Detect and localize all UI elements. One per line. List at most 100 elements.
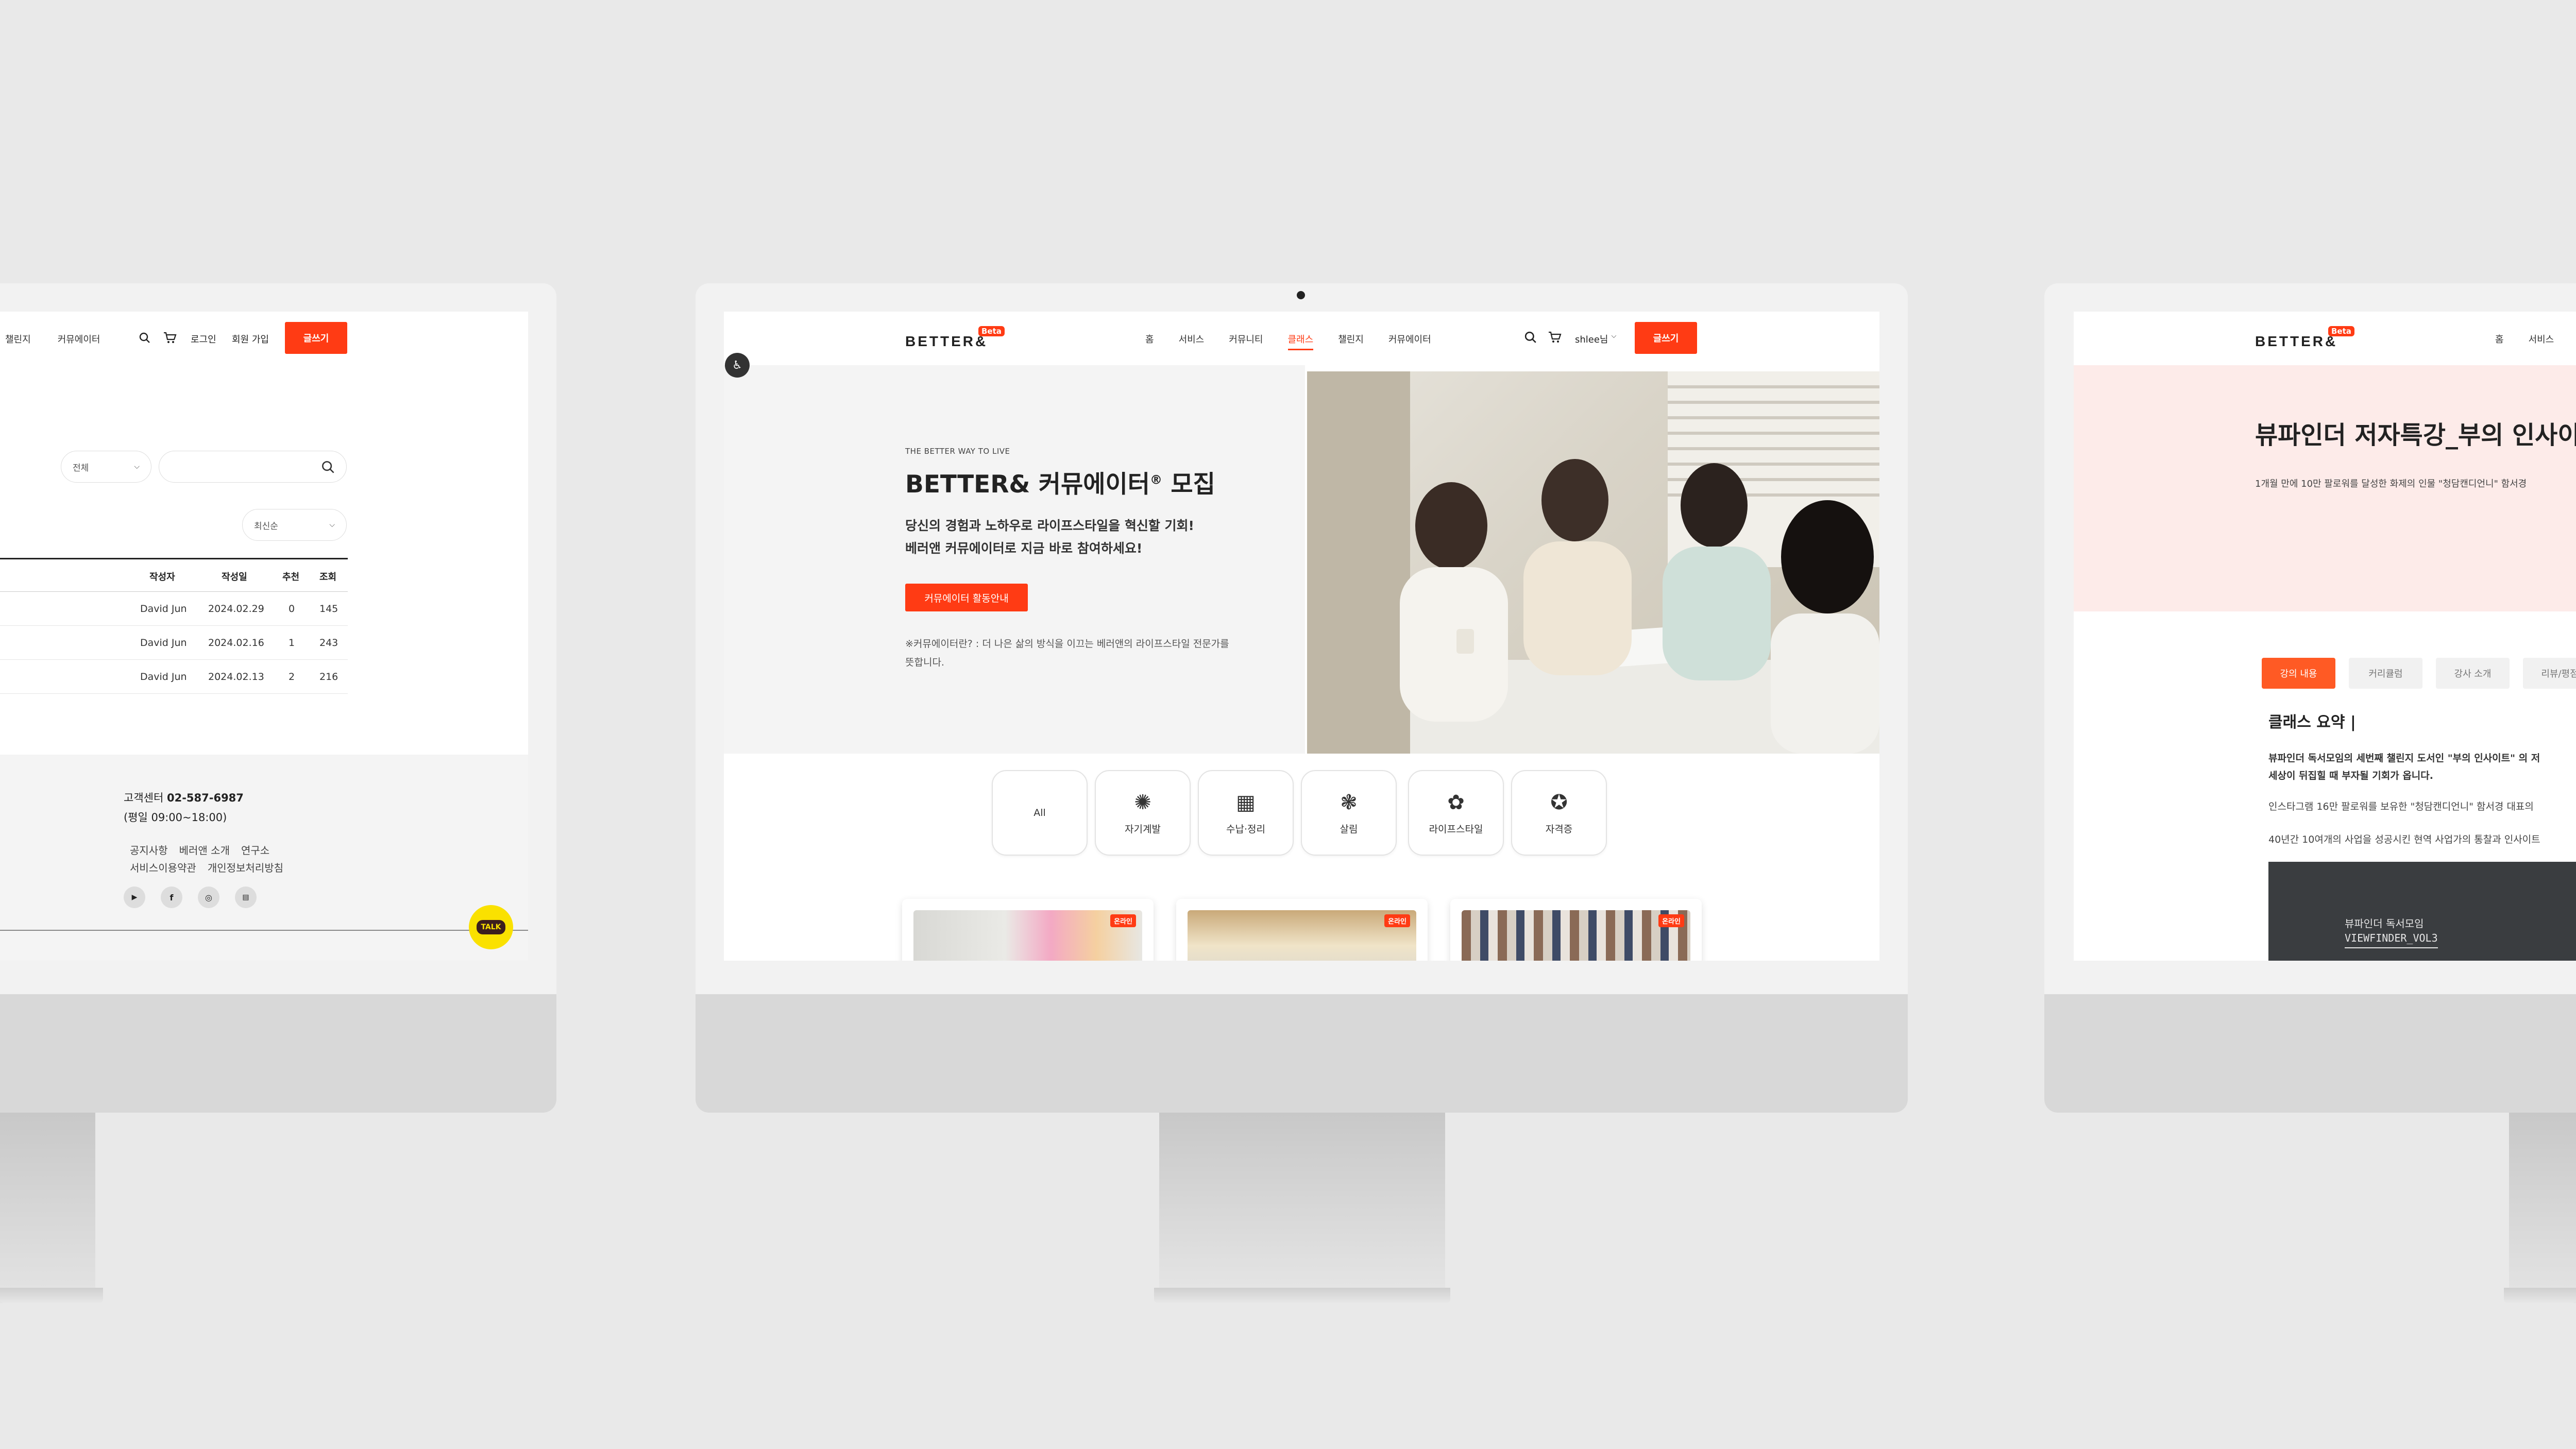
social-links: ▶ f ◎ ▤ <box>124 887 257 908</box>
kakao-talk-button[interactable]: TALK <box>469 905 513 949</box>
registered-mark: ® <box>1149 472 1162 487</box>
filter-select-value: 전체 <box>73 463 89 473</box>
talk-label: TALK <box>477 920 505 934</box>
lifestyle-icon: ✿ <box>1447 790 1465 814</box>
self-development-icon: ✺ <box>1134 790 1151 814</box>
header-author: 작성자 <box>149 572 175 583</box>
footer-link[interactable]: 베러앤 소개 <box>179 842 230 857</box>
table-row[interactable]: David Jun 2024.02.29 0 145 <box>0 592 348 626</box>
online-badge: 온라인 <box>1384 914 1410 927</box>
search-icon[interactable] <box>1523 330 1538 345</box>
category-all[interactable]: All <box>992 770 1088 856</box>
row-likes: 2 <box>289 671 295 683</box>
logo[interactable]: BETTER& <box>905 333 988 350</box>
facebook-icon[interactable]: f <box>161 887 182 908</box>
nav-item[interactable]: 챌린지 <box>5 332 31 346</box>
category-label: All <box>1033 807 1046 819</box>
signup-link[interactable]: 회원 가입 <box>232 332 269 346</box>
footer-link[interactable]: 서비스이용약관 <box>130 860 196 875</box>
class-title: 뷰파인더 저자특강_부의 인사이 <box>2255 421 2576 450</box>
left-screen: 챌린지 커뮤에이터 로그인 회원 가입 글쓰기 전체 ⌵ 최신순 ⌵ 작성자 작… <box>0 312 528 961</box>
curator-guide-button[interactable]: 커뮤에이터 활동안내 <box>905 584 1028 611</box>
cart-icon[interactable] <box>1547 330 1563 345</box>
nav-item-curator[interactable]: 커뮤에이터 <box>1388 332 1431 350</box>
left-nav: 챌린지 커뮤에이터 <box>5 332 100 346</box>
cs-hours: (평일 09:00~18:00) <box>124 811 227 824</box>
hero-note: ※커뮤에이터란? : 더 나은 삶의 방식을 이끄는 베러앤의 라이프스타일 전… <box>905 638 1229 650</box>
footer-links-row2: 서비스이용약관 개인정보처리방침 <box>130 860 283 875</box>
footer-link[interactable]: 연구소 <box>241 842 269 857</box>
blog-icon[interactable]: ▤ <box>235 887 257 908</box>
online-badge: 온라인 <box>1110 914 1136 927</box>
class-thumbnail <box>1188 910 1416 961</box>
row-date: 2024.02.13 <box>208 671 264 683</box>
hero-title-suffix: 모집 <box>1171 470 1215 499</box>
nav-item-home[interactable]: 홈 <box>2495 332 2504 346</box>
logo[interactable]: BETTER& <box>2255 333 2337 350</box>
footer-link[interactable]: 공지사항 <box>130 842 168 857</box>
youtube-icon[interactable]: ▶ <box>124 887 145 908</box>
search-icon[interactable] <box>138 331 151 345</box>
login-link[interactable]: 로그인 <box>191 332 216 346</box>
class-card[interactable]: 온라인 <box>1176 899 1428 961</box>
sort-select[interactable]: 최신순 ⌵ <box>242 509 347 541</box>
hero-eyebrow: THE BETTER WAY TO LIVE <box>905 447 1010 456</box>
category-label: 라이프스타일 <box>1429 823 1483 835</box>
category-self-development[interactable]: ✺ 자기계발 <box>1095 770 1191 856</box>
hero-note: 뜻합니다. <box>905 657 944 668</box>
nav-item-home[interactable]: 홈 <box>1145 332 1154 350</box>
cs-label: 고객센터 <box>124 792 164 804</box>
row-author: David Jun <box>140 603 187 615</box>
nav-item-community[interactable]: 커뮤니티 <box>1229 332 1263 350</box>
chevron-down-icon: ⌵ <box>329 521 335 529</box>
table-row[interactable]: David Jun 2024.02.13 2 216 <box>0 660 348 694</box>
accessibility-icon[interactable]: ♿ <box>725 353 750 378</box>
class-subtitle: 1개월 만에 10만 팔로워를 달성한 화제의 인물 "청담캔디언니" 함서경 <box>2255 479 2527 489</box>
category-label: 살림 <box>1340 823 1358 835</box>
tab-instructor[interactable]: 강사 소개 <box>2436 658 2510 689</box>
category-lifestyle[interactable]: ✿ 라이프스타일 <box>1408 770 1504 856</box>
category-certificate[interactable]: ✪ 자격증 <box>1511 770 1607 856</box>
hero-subtitle: 당신의 경험과 노하우로 라이프스타일을 혁신할 기회! <box>905 518 1194 533</box>
tab-curriculum[interactable]: 커리큘럼 <box>2349 658 2422 689</box>
class-card[interactable]: 온라인 <box>1450 899 1702 961</box>
cart-icon[interactable] <box>163 331 177 345</box>
chevron-down-icon: ⌵ <box>134 463 140 471</box>
camera-icon <box>1297 291 1305 299</box>
write-button[interactable]: 글쓰기 <box>1635 322 1697 354</box>
banner-text: VIEWFINDER_VOL3 <box>2345 932 2438 948</box>
footer-link[interactable]: 개인정보처리방침 <box>208 860 283 875</box>
category-storage[interactable]: ▦ 수납·정리 <box>1198 770 1294 856</box>
row-views: 243 <box>319 637 338 649</box>
search-input[interactable] <box>159 451 347 483</box>
search-icon[interactable] <box>321 461 335 474</box>
row-author: David Jun <box>140 671 187 683</box>
class-card[interactable]: 온라인 <box>902 899 1154 961</box>
main-nav: 홈 서비스 <box>2495 332 2554 346</box>
nav-item-service[interactable]: 서비스 <box>1179 332 1205 350</box>
instagram-icon[interactable]: ◎ <box>198 887 219 908</box>
tab-content[interactable]: 강의 내용 <box>2262 658 2335 689</box>
nav-item-challenge[interactable]: 챌린지 <box>1338 332 1364 350</box>
beta-badge: Beta <box>978 326 1005 336</box>
chevron-down-icon: ⌵ <box>1611 332 1617 340</box>
cs-phone: 02-587-6987 <box>166 792 244 804</box>
hero-photo <box>1307 371 1879 754</box>
hero-title: BETTER& 커뮤에이터® 모집 <box>905 464 1215 500</box>
write-button[interactable]: 글쓰기 <box>285 322 347 354</box>
row-likes: 1 <box>289 637 295 649</box>
category-housekeeping[interactable]: ❃ 살림 <box>1301 770 1397 856</box>
class-thumbnail <box>913 910 1142 961</box>
row-date: 2024.02.29 <box>208 603 264 615</box>
certificate-icon: ✪ <box>1550 790 1568 814</box>
monitor-chin <box>696 994 1908 1113</box>
user-menu[interactable]: shlee님 ⌵ <box>1575 332 1616 346</box>
table-row[interactable]: David Jun 2024.02.16 1 243 <box>0 626 348 660</box>
nav-item-class[interactable]: 클래스 <box>1287 332 1314 350</box>
nav-item-service[interactable]: 서비스 <box>2529 332 2554 346</box>
tab-review[interactable]: 리뷰/평점 <box>2523 658 2576 689</box>
filter-select[interactable]: 전체 ⌵ <box>61 451 151 483</box>
nav-item[interactable]: 커뮤에이터 <box>58 332 100 346</box>
summary-text: 세상이 뒤집힐 때 부자될 기회가 옵니다. <box>2268 770 2433 781</box>
row-date: 2024.02.16 <box>208 637 264 649</box>
